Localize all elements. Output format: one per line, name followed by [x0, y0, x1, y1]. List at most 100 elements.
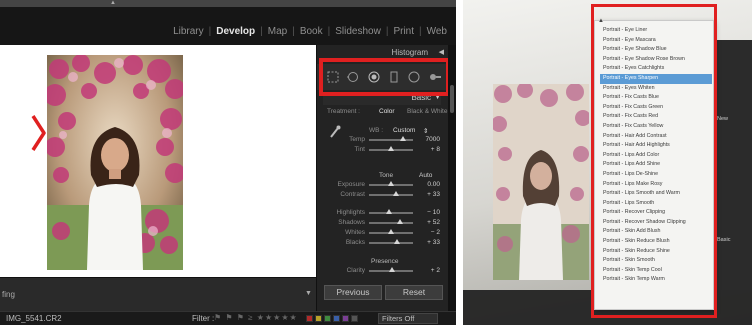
red-eye-icon[interactable] — [368, 71, 380, 83]
reset-button[interactable]: Reset — [385, 285, 443, 300]
blacks-slider-thumb[interactable] — [394, 239, 401, 244]
module-separator: | — [385, 26, 389, 37]
module-library[interactable]: Library — [170, 26, 207, 37]
radial-filter-icon[interactable] — [408, 71, 420, 83]
basic-collapse-icon[interactable]: ▼ — [434, 94, 441, 101]
red-chip-icon[interactable] — [306, 315, 313, 322]
preset-item[interactable]: Portrait - Recover Shadow Clipping — [600, 218, 712, 228]
tint-value[interactable]: + 8 — [416, 146, 440, 153]
module-print[interactable]: Print — [390, 26, 417, 37]
tone-heading: Tone — [379, 172, 394, 179]
contrast-slider-thumb[interactable] — [393, 191, 400, 196]
shadows-slider-thumb[interactable] — [396, 219, 403, 224]
histogram-collapse-icon[interactable]: ◀ — [439, 48, 444, 56]
preset-item[interactable]: Portrait - Eye Mascara — [600, 36, 712, 46]
temp-value[interactable]: 7000 — [416, 136, 440, 143]
preset-item[interactable]: Portrait - Fix Casts Green — [600, 103, 712, 113]
preset-item[interactable]: Portrait - Lips Make Rosy — [600, 180, 712, 190]
highlights-slider-thumb[interactable] — [385, 209, 392, 214]
purple-chip-icon[interactable] — [342, 315, 349, 322]
shadows-value[interactable]: + 52 — [416, 219, 440, 226]
preset-item[interactable]: Portrait - Recover Clipping — [600, 208, 712, 218]
scrollbar-thumb[interactable] — [450, 85, 454, 113]
yellow-chip-icon[interactable] — [315, 315, 322, 322]
whites-slider[interactable] — [369, 229, 413, 234]
preset-item[interactable]: Portrait - Lips Add Shine — [600, 160, 712, 170]
preset-item[interactable]: Portrait - Fix Casts Red — [600, 112, 712, 122]
temp-slider[interactable] — [369, 136, 413, 141]
tone-auto-button[interactable]: Auto — [419, 172, 432, 179]
basic-section-header[interactable]: Basic ▼ — [323, 93, 441, 105]
adjustment-brush-icon[interactable] — [429, 71, 441, 83]
blacks-slider[interactable] — [369, 239, 413, 244]
preset-item[interactable]: Portrait - Fix Casts Blue — [600, 93, 712, 103]
treatment-bw-option[interactable]: Black & White — [407, 108, 447, 115]
top-panel-toggle[interactable]: ▲ — [0, 0, 456, 7]
module-book[interactable]: Book — [297, 26, 326, 37]
preset-item[interactable]: Portrait - Eyes Sharpen — [600, 73, 712, 84]
exposure-slider-thumb[interactable] — [388, 181, 394, 186]
red-chevron-marker — [30, 113, 46, 158]
module-separator: | — [208, 26, 212, 37]
preset-item[interactable]: Portrait - Skin Add Blush — [600, 227, 712, 237]
clarity-value[interactable]: + 2 — [416, 267, 440, 274]
preset-item[interactable]: Portrait - Skin Reduce Shine — [600, 247, 712, 257]
blue-chip-icon[interactable] — [333, 315, 340, 322]
temp-slider-thumb[interactable] — [400, 136, 407, 141]
preset-item[interactable]: Portrait - Eye Shadow Rose Brown — [600, 55, 712, 65]
preset-item[interactable]: Portrait - Skin Temp Cool — [600, 266, 712, 276]
preset-item[interactable]: Portrait - Hair Add Highlights — [600, 141, 712, 151]
whites-value[interactable]: − 2 — [416, 229, 440, 236]
filename-label[interactable]: IMG_5541.CR2 — [6, 314, 62, 323]
preset-item[interactable]: Portrait - Eyes Catchlights — [600, 64, 712, 74]
wb-select-arrows-icon[interactable]: ⇕ — [423, 127, 428, 135]
tint-slider-thumb[interactable] — [388, 146, 394, 151]
preset-list: Portrait - Eye Liner Portrait - Eye Masca… — [600, 26, 712, 285]
gray-chip-icon[interactable] — [351, 315, 358, 322]
preset-item[interactable]: Portrait - Lips Smooth — [600, 199, 712, 209]
filmstrip-statusbar: IMG_5541.CR2 Filter : ⚑ ⚑ ⚑ ≥ ★★★★★ Filt… — [0, 311, 456, 325]
clarity-slider[interactable] — [369, 267, 413, 272]
exposure-value[interactable]: 0.00 — [416, 181, 440, 188]
rating-filter-stars[interactable]: ⚑ ⚑ ⚑ ≥ ★★★★★ — [214, 313, 298, 322]
preset-item[interactable]: Portrait - Skin Smooth — [600, 256, 712, 266]
graduated-filter-icon[interactable] — [388, 71, 400, 83]
preset-item[interactable]: Portrait - Eyes Whiten — [600, 84, 712, 94]
tint-slider[interactable] — [369, 146, 413, 151]
spot-removal-icon[interactable] — [347, 71, 359, 83]
menu-scroll-up-icon[interactable]: ▲ — [598, 18, 604, 24]
module-map[interactable]: Map — [265, 26, 290, 37]
wb-select[interactable]: Custom — [393, 127, 415, 134]
preset-item[interactable]: Portrait - Lips Smooth and Warm — [600, 189, 712, 199]
preset-item[interactable]: Portrait - Lips De-Shine — [600, 170, 712, 180]
contrast-value[interactable]: + 33 — [416, 191, 440, 198]
module-slideshow[interactable]: Slideshow — [332, 26, 384, 37]
preset-item[interactable]: Portrait - Eye Liner — [600, 26, 712, 36]
exposure-slider[interactable] — [369, 181, 413, 186]
preset-item[interactable]: Portrait - Fix Casts Yellow — [600, 122, 712, 132]
toolbar-dropdown-icon[interactable]: ▼ — [305, 290, 312, 297]
preset-item[interactable]: Portrait - Skin Temp Warm — [600, 275, 712, 285]
module-web[interactable]: Web — [424, 26, 450, 37]
preset-item[interactable]: Portrait - Lips Add Color — [600, 151, 712, 161]
blacks-value[interactable]: + 33 — [416, 239, 440, 246]
whites-slider-thumb[interactable] — [387, 229, 394, 234]
green-chip-icon[interactable] — [324, 315, 331, 322]
crop-overlay-icon[interactable] — [327, 71, 339, 83]
highlights-value[interactable]: − 10 — [416, 209, 440, 216]
color-label-filter[interactable] — [306, 315, 358, 322]
highlights-slider[interactable] — [369, 209, 413, 214]
filters-off-select[interactable]: Filters Off — [378, 313, 438, 324]
clarity-slider-thumb[interactable] — [388, 267, 395, 272]
toolbar: fing ▼ — [0, 277, 316, 311]
preset-item[interactable]: Portrait - Skin Reduce Blush — [600, 237, 712, 247]
module-develop[interactable]: Develop — [213, 26, 258, 37]
collapse-arrow-icon[interactable]: ▲ — [110, 0, 116, 6]
contrast-slider[interactable] — [369, 191, 413, 196]
previous-button[interactable]: Previous — [324, 285, 382, 300]
preset-item[interactable]: Portrait - Hair Add Contrast — [600, 132, 712, 142]
preset-item[interactable]: Portrait - Eye Shadow Blue — [600, 45, 712, 55]
shadows-slider[interactable] — [369, 219, 413, 224]
panel-scrollbar[interactable] — [448, 45, 456, 311]
treatment-color-option[interactable]: Color — [379, 108, 395, 115]
